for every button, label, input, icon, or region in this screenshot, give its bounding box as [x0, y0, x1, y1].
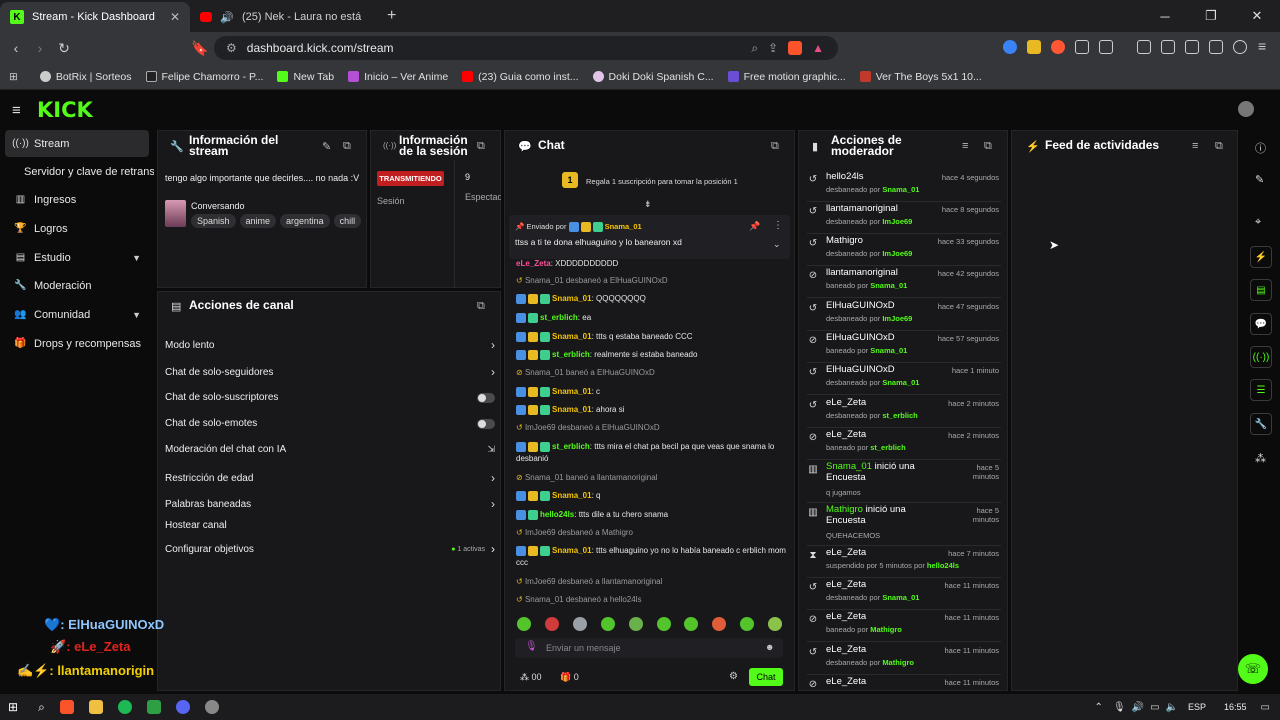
windows-start-icon[interactable]: ⊞: [8, 700, 18, 714]
overlay-line: 💙: ElHuaGUINOxD: [44, 617, 165, 632]
crosshair-icon[interactable]: ⌖: [1255, 216, 1261, 229]
ban-icon: ⊘: [808, 679, 818, 690]
tray-chevron-icon[interactable]: ⌃: [1095, 702, 1103, 713]
leo-icon[interactable]: [1209, 40, 1223, 54]
unban-icon: ↺: [808, 582, 818, 593]
mod-action-row[interactable]: ↺ ElHuaGUINOxD desbaneado por Snama_01 hace…: [807, 363, 1001, 395]
ban-icon: ⊘: [808, 614, 818, 625]
mouse-cursor-icon: ➤: [1049, 238, 1060, 252]
unban-icon: ↺: [808, 174, 818, 185]
sidebar-toggle-icon[interactable]: [1161, 40, 1175, 54]
rail-wrench-icon[interactable]: 🔧: [1250, 413, 1272, 435]
extension-icon[interactable]: [1099, 40, 1113, 54]
activity-feed-title: Feed de actividades: [1045, 138, 1160, 152]
overlay-line: 🚀: eLe_Zeta: [50, 639, 131, 654]
community-icon[interactable]: ⁂: [1255, 452, 1266, 465]
rail-broadcast-icon[interactable]: ((·)): [1250, 346, 1272, 368]
mod-action-row[interactable]: ↺ hello24ls desbaneado por Snama_01 hace 4 …: [807, 170, 1001, 202]
mod-action-row[interactable]: ⊘ eLe_Zeta baneado por st_erblich hace 2 mi…: [807, 428, 1001, 460]
avatar[interactable]: [1238, 101, 1254, 117]
popout-icon[interactable]: ⧉: [1215, 140, 1223, 153]
unban-icon: ↺: [808, 206, 818, 217]
maximize-icon[interactable]: ❐: [1188, 0, 1234, 32]
speaker-tray-icon[interactable]: 🔊: [1132, 702, 1144, 713]
mod-action-row[interactable]: ↺ llantamanoriginal desbaneado por ImJoe69…: [807, 202, 1001, 234]
explorer-taskbar-icon[interactable]: [88, 700, 103, 714]
mod-action-row[interactable]: ⊘ ElHuaGUINOxD baneado por Snama_01 hace 57…: [807, 331, 1001, 363]
activity-feed-panel: [1011, 130, 1238, 691]
mod-action-row[interactable]: ⊘ llantamanoriginal baneado por Snama_01 ha…: [807, 266, 1001, 298]
rail-bolt-icon[interactable]: ⚡: [1250, 246, 1272, 268]
info-icon[interactable]: ⓘ: [1255, 140, 1266, 156]
mic-tray-icon[interactable]: 🎙: [1113, 702, 1126, 713]
unban-icon: ↺: [808, 647, 818, 658]
ban-icon: ⊘: [808, 335, 818, 346]
rail-document-icon[interactable]: ▤: [1250, 279, 1272, 301]
unban-icon: ↺: [808, 238, 818, 249]
media-icon[interactable]: [1137, 40, 1151, 54]
unban-icon: ↺: [808, 303, 818, 314]
obs-taskbar-icon[interactable]: [204, 700, 219, 714]
puzzle-icon[interactable]: [1075, 40, 1089, 54]
taskbar-clock[interactable]: 16:55: [1224, 702, 1247, 712]
unban-icon: ↺: [808, 400, 818, 411]
taskbar: ⊞ ⌕ ⌃ 🎙 🔊 ▭ 🔈 ESP 16:55 ▭: [0, 694, 1280, 720]
mod-action-row[interactable]: ▥ Mathigro inició una Encuesta QUEHACEMOS h…: [807, 503, 1001, 546]
unban-icon: ↺: [808, 367, 818, 378]
minecraft-taskbar-icon[interactable]: [146, 700, 161, 714]
ban-icon: ⊘: [808, 432, 818, 443]
volume-tray-icon[interactable]: 🔈: [1166, 702, 1178, 713]
edit-icon[interactable]: ✎: [1255, 173, 1264, 186]
minimize-icon[interactable]: ─: [1142, 0, 1188, 32]
notifications-icon[interactable]: ▭: [1261, 702, 1270, 713]
filter-icon[interactable]: ≡: [1192, 140, 1198, 152]
vpn-icon[interactable]: [1233, 40, 1247, 54]
mod-actions-list: ↺ hello24ls desbaneado por Snama_01 hace 4 …: [0, 0, 1010, 691]
mod-action-row[interactable]: ↺ ElHuaGUINOxD desbaneado por ImJoe69 hace …: [807, 299, 1001, 331]
wallet-icon[interactable]: [1185, 40, 1199, 54]
spotify-taskbar-icon[interactable]: [117, 700, 132, 714]
extension-icon[interactable]: [1051, 40, 1065, 54]
window-close-icon[interactable]: ✕: [1234, 0, 1280, 32]
ban-icon: ⊘: [808, 270, 818, 281]
mod-action-row[interactable]: ↺ eLe_Zeta desbaneado por Snama_01 hace 11 …: [807, 578, 1001, 610]
poll-icon: ▥: [808, 464, 818, 475]
overlay-line: ✍⚡: llantamanorigin: [17, 663, 155, 678]
mod-action-row[interactable]: ⧗ eLe_Zeta suspendido por 5 minutos por he…: [807, 546, 1001, 578]
bolt-icon: ⚡: [1026, 141, 1040, 153]
mod-action-row[interactable]: ↺ eLe_Zeta desbaneado por Mathigro hace 11 …: [807, 643, 1001, 675]
mod-action-row[interactable]: ⊘ eLe_Zeta hace 11 minutos: [807, 675, 1001, 691]
network-tray-icon[interactable]: ▭: [1150, 702, 1159, 713]
language-indicator[interactable]: ESP: [1188, 702, 1206, 712]
menu-icon[interactable]: ≡: [1258, 38, 1266, 54]
rail-chat-icon[interactable]: 💬: [1250, 313, 1272, 335]
timeout-icon: ⧗: [809, 550, 817, 561]
search-icon[interactable]: ⌕: [38, 700, 45, 715]
discord-taskbar-icon[interactable]: [175, 700, 190, 714]
brave-taskbar-icon[interactable]: [59, 700, 74, 714]
mod-action-row[interactable]: ▥ Snama_01 inició una Encuesta q jugamos ha…: [807, 460, 1001, 503]
support-chat-button[interactable]: ☏: [1238, 654, 1268, 684]
mod-action-row[interactable]: ⊘ eLe_Zeta baneado por Mathigro hace 11 min…: [807, 610, 1001, 642]
rail-list-icon[interactable]: ☰: [1250, 379, 1272, 401]
extension-icon[interactable]: [1027, 40, 1041, 54]
mod-action-row[interactable]: ↺ eLe_Zeta desbaneado por st_erblich hace 2…: [807, 396, 1001, 428]
poll-icon: ▥: [808, 507, 818, 518]
mod-action-row[interactable]: ↺ Mathigro desbaneado por ImJoe69 hace 33 s…: [807, 234, 1001, 266]
